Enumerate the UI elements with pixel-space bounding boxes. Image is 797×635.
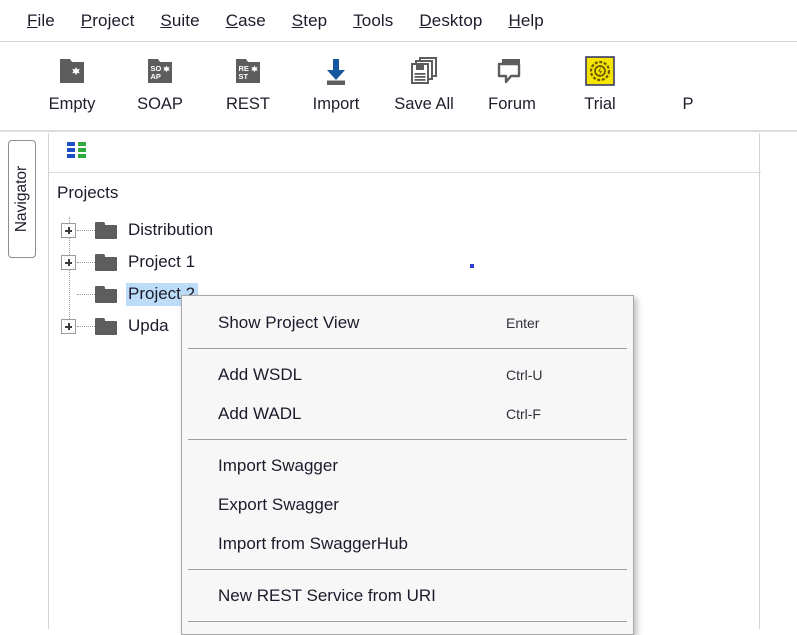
context-menu-item-add-wadl[interactable]: Add WADL Ctrl-F [182,394,633,433]
expand-plus-icon[interactable] [61,223,76,238]
tree-node-upda[interactable]: Upda [57,311,172,342]
toolbar-button-label: P [682,95,694,113]
context-menu-item-label: Add WADL [218,403,302,423]
toolbar-button-soap[interactable]: SO AP SOAP [116,42,204,114]
context-menu-item-label: New REST Service from URI [218,585,436,605]
tree-node-label: Project 1 [128,252,196,271]
context-menu-item-label: Import Swagger [218,455,338,475]
toolbar-button-label: Import [312,95,360,113]
toolbar-button-save-all[interactable]: Save All [380,42,468,114]
tree-node-project-1[interactable]: Project 1 [57,247,198,278]
context-menu-item-export-swagger[interactable]: Export Swagger [182,485,633,524]
context-menu-item-new-rest-service-from-uri[interactable]: New REST Service from URI [182,576,633,615]
context-menu-item-label: Add WSDL [218,364,303,384]
toolbar-button-import[interactable]: Import [292,42,380,114]
toolbar-button-label: Trial [584,95,616,113]
menu-project[interactable]: Project [68,9,148,33]
context-menu-item-add-wsdl[interactable]: Add WSDL Ctrl-U [182,355,633,394]
navigator-tab[interactable]: Navigator [8,140,36,258]
menu-step[interactable]: Step [279,9,340,33]
svg-text:AP: AP [151,72,161,81]
toolbar-button-label: Empty [48,95,96,113]
main-toolbar: Empty SO AP SOAP RE ST REST Import Save All Forum… [0,42,797,130]
toolbar-button-trial[interactable]: Trial [556,42,644,114]
navigator-tab-label: Navigator [13,165,30,233]
menu-case[interactable]: Case [213,9,279,33]
tree-node-project-2[interactable]: Project 2 [57,279,199,310]
menu-bar: File Project Suite Case Step Tools Desktop Help [0,0,797,41]
context-menu-item-shortcut: Enter [506,314,540,331]
menu-file[interactable]: File [14,9,68,33]
cursor-artifact-dot [470,264,474,268]
context-menu-item-import-from-swaggerhub[interactable]: Import from SwaggerHub [182,524,633,563]
context-menu-item-shortcut: Ctrl-U [506,366,543,383]
toolbar-button-rest[interactable]: RE ST REST [204,42,292,114]
context-menu-separator [188,348,627,349]
toolbar-button-label: REST [225,95,270,113]
context-menu-item-label: Export Swagger [218,494,339,514]
toolbar-button-forum[interactable]: Forum [468,42,556,114]
context-menu-separator [188,621,627,622]
svg-text:ST: ST [239,72,249,81]
tree-node-label: Upda [128,316,169,335]
project-context-menu: Show Project View Enter Add WSDL Ctrl-U Add … [181,295,634,635]
folder-icon [95,286,117,303]
empty-project-icon [53,52,91,90]
menu-suite[interactable]: Suite [147,9,212,33]
tree-node-label: Distribution [128,220,214,239]
expand-plus-icon[interactable] [61,319,76,334]
navigator-panel-right-border [759,133,760,629]
rest-project-icon: RE ST [229,52,267,90]
context-menu-item-shortcut: Ctrl-F [506,405,541,422]
toolbar-button-label: SOAP [137,95,183,113]
context-menu-separator [188,569,627,570]
toolbar-divider [0,130,797,132]
folder-icon [95,254,117,271]
tree-connector-stub [77,229,95,232]
forum-icon [493,52,531,90]
folder-icon [95,318,117,335]
properties-grid-icon[interactable] [66,140,88,165]
menu-desktop[interactable]: Desktop [406,9,495,33]
context-menu-item-label: Show Project View [218,312,360,332]
folder-icon [95,222,117,239]
tree-root-projects[interactable]: Projects [57,183,118,203]
soap-project-icon: SO AP [141,52,179,90]
import-icon [317,52,355,90]
context-menu-item-import-swagger[interactable]: Import Swagger [182,446,633,485]
trial-badge-icon [581,52,619,90]
menu-help[interactable]: Help [495,9,556,33]
navigator-toolbar [49,133,761,173]
toolbar-button-empty[interactable]: Empty [28,42,116,114]
context-menu-item-label: Import from SwaggerHub [218,533,408,553]
toolbar-button-label: Forum [488,95,536,113]
preferences-icon [669,52,707,90]
tree-connector-stub [77,325,95,328]
tree-node-distribution[interactable]: Distribution [57,215,216,246]
toolbar-button-label: Save All [394,95,454,113]
expand-plus-icon[interactable] [61,255,76,270]
context-menu-separator [188,439,627,440]
tree-connector-stub [77,293,95,296]
save-all-icon [405,52,443,90]
tree-connector-stub [77,261,95,264]
menu-tools[interactable]: Tools [340,9,406,33]
toolbar-button-p[interactable]: P [644,42,732,114]
context-menu-item-show-project-view[interactable]: Show Project View Enter [182,303,633,342]
